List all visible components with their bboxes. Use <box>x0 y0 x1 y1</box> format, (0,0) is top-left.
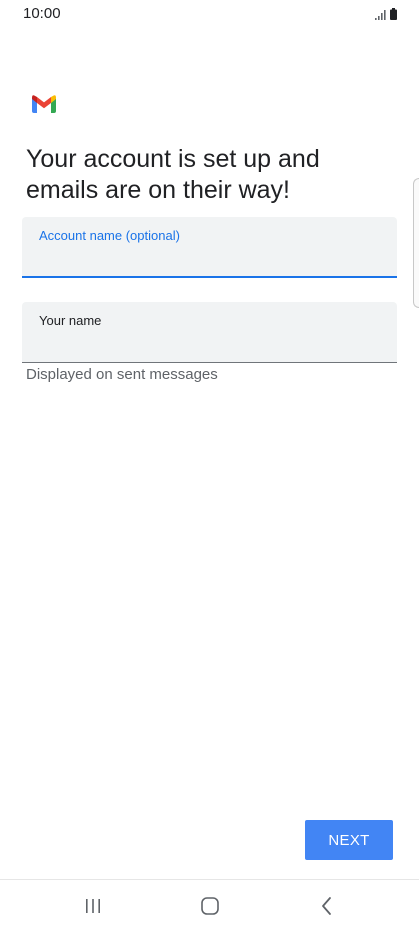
page-title: Your account is set up and emails are on… <box>26 145 320 204</box>
recents-button[interactable] <box>63 880 123 932</box>
signal-icon <box>375 10 386 20</box>
back-icon <box>322 897 331 915</box>
home-button[interactable] <box>180 880 240 932</box>
account-name-field[interactable]: Account name (optional) <box>22 217 397 278</box>
your-name-helper-text: Displayed on sent messages <box>26 366 218 383</box>
your-name-label: Your name <box>39 313 102 328</box>
your-name-field[interactable]: Your name <box>22 302 397 363</box>
battery-icon <box>390 8 397 20</box>
account-name-label: Account name (optional) <box>39 228 180 243</box>
next-button[interactable]: NEXT <box>305 820 393 860</box>
recents-icon <box>86 899 100 913</box>
back-button[interactable] <box>297 880 357 932</box>
gmail-logo-icon <box>32 95 56 113</box>
navigation-bar <box>0 879 419 932</box>
edge-panel-handle[interactable] <box>413 178 419 308</box>
status-time: 10:00 <box>23 5 61 22</box>
your-name-input[interactable] <box>38 332 378 356</box>
status-bar: 10:00 <box>0 0 419 28</box>
home-icon <box>201 897 219 915</box>
account-name-input[interactable] <box>38 247 378 271</box>
status-icons <box>375 7 397 20</box>
